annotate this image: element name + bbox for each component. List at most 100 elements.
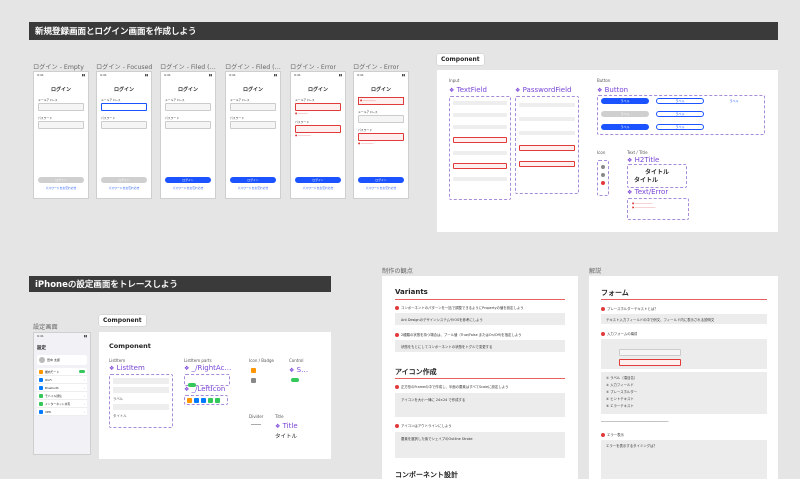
login-button[interactable]: ログイン <box>230 177 276 183</box>
login-button-label: ログイン <box>55 178 67 182</box>
q2: 入力フォームの構成 <box>607 332 638 336</box>
listitem-variants[interactable]: ラベル タイトル <box>109 374 173 428</box>
login-phone-frame[interactable]: 9:41 ▮▮ ログイン メールアドレス パスワード ログイン パスワードをお忘れ… <box>225 71 281 199</box>
doc-label-perspective: 制作の観点 <box>382 268 413 275</box>
email-input[interactable] <box>295 103 341 111</box>
title-sample: タイトル <box>275 434 298 440</box>
component-tag[interactable]: Component <box>99 315 146 326</box>
settings-row[interactable]: 機内モード <box>37 368 87 376</box>
status-bar: 9:41 ▮▮ <box>37 73 85 77</box>
button-variants[interactable]: ラベル ラベル ラベル ラベル ラベル ラベル ラベル <box>597 95 765 135</box>
forgot-password-link[interactable]: パスワードをお忘れの方 <box>161 186 215 190</box>
frame-label: ログイン - Empty <box>33 64 84 71</box>
button-variant[interactable]: ラベル <box>710 98 758 104</box>
title-component-title[interactable]: ❖ Title <box>275 422 298 430</box>
button-variant[interactable]: ラベル <box>656 124 704 130</box>
forgot-password-link[interactable]: パスワードをお忘れの方 <box>354 186 408 190</box>
check-icon <box>601 332 605 336</box>
button-variant[interactable]: ラベル <box>656 111 704 117</box>
login-title: ログイン <box>113 87 134 93</box>
frame-label: ログイン - Filed (… <box>225 64 281 71</box>
hotspot-icon <box>215 397 220 403</box>
form-structure-item: ③ プレースホルダー <box>606 390 638 394</box>
email-input[interactable] <box>165 103 211 111</box>
email-input[interactable] <box>38 103 84 111</box>
texterror-variants[interactable]: ● ─────────── ● ───────────── <box>627 198 689 220</box>
password-input[interactable] <box>295 125 341 133</box>
login-phone-frame[interactable]: 9:41 ▮▮ ログイン メールアドレス パスワード ログイン パスワードをお忘れ… <box>160 71 216 199</box>
settings-phone-frame[interactable]: 9:41 ▮▮ 設定 田中 太郎 機内モード Wi-Fi › Bluetooth … <box>33 332 91 455</box>
password-input[interactable] <box>358 133 404 141</box>
avatar <box>39 357 45 363</box>
password-input[interactable] <box>38 121 84 129</box>
section-title: iPhoneの設定画面をトレースしよう <box>35 280 178 290</box>
password-input[interactable] <box>165 121 211 129</box>
passwordfield-variants[interactable] <box>515 96 579 194</box>
button-variant[interactable]: ラベル <box>601 124 649 130</box>
icon-variants[interactable] <box>597 160 609 196</box>
frame-label: ログイン - Focused <box>96 64 153 71</box>
button-sample-label: ラベル <box>675 112 685 116</box>
forgot-password-link[interactable]: パスワードをお忘れの方 <box>97 186 151 190</box>
component-tag-label: Component <box>103 317 142 324</box>
login-title: ログイン <box>50 87 71 93</box>
doc-perspective: Variants コンポーネントのパターンを一括で調整できるようにPropert… <box>382 276 578 479</box>
settings-row[interactable]: Wi-Fi › <box>37 376 87 384</box>
password-input[interactable] <box>101 121 147 129</box>
textfield-variants[interactable] <box>449 96 511 200</box>
login-button[interactable]: ログイン <box>165 177 211 183</box>
login-button[interactable]: ログイン <box>38 177 84 183</box>
h2title-component-title[interactable]: ❖ H2Title <box>627 156 659 164</box>
settings-row[interactable]: モバイル通信 › <box>37 392 87 400</box>
forgot-password-link[interactable]: パスワードをお忘れの方 <box>226 186 280 190</box>
rightac-component-title[interactable]: ❖ _/RightAc… <box>184 364 231 372</box>
password-label: パスワード <box>230 116 244 120</box>
email-input[interactable] <box>230 103 276 111</box>
button-sample-label: ラベル <box>675 99 685 103</box>
email-input[interactable] <box>358 115 404 123</box>
email-label: メールアドレス <box>295 98 315 102</box>
lefticon-variants[interactable] <box>184 395 228 405</box>
listitem-component-title[interactable]: ❖ ListItem <box>109 364 145 372</box>
login-button[interactable]: ログイン <box>101 177 147 183</box>
login-phone-frame[interactable]: 9:41 ▮▮ ログイン メールアドレス ● ────── パスワード ● ───… <box>290 71 346 199</box>
button-variant[interactable]: ラベル <box>601 98 649 104</box>
login-button-label: ログイン <box>375 178 387 182</box>
component-diamond-icon: ❖ <box>627 189 633 196</box>
login-button[interactable]: ログイン <box>358 177 404 183</box>
component-diamond-icon: ❖ <box>184 386 190 393</box>
button-variant[interactable]: ラベル <box>656 98 704 104</box>
login-phone-frame[interactable]: 9:41 ▮▮ ログイン メールアドレス パスワード ログイン パスワードをお忘れ… <box>96 71 152 199</box>
doc-answer-box: 状態をもとにしてコンポーネントの状態をトグルで変更する <box>395 340 565 352</box>
textfield-component-title[interactable]: ❖ TextField <box>449 86 487 94</box>
lefticon-component-title[interactable]: ❖ _/LeftIcon <box>184 385 225 393</box>
texterror-component-title[interactable]: ❖ Text/Error <box>627 188 668 196</box>
settings-row[interactable]: VPN › <box>37 408 87 416</box>
settings-row[interactable]: Bluetooth › <box>37 384 87 392</box>
toggle-switch[interactable] <box>291 378 299 382</box>
forgot-password-link[interactable]: パスワードをお忘れの方 <box>291 186 345 190</box>
login-phone-frame[interactable]: 9:41 ▮▮ ログイン ● ──────── メールアドレス パスワード ● ─… <box>353 71 409 199</box>
status-bar: 9:41 ▮▮ <box>294 73 342 77</box>
email-input[interactable] <box>101 103 147 111</box>
toggle-switch[interactable] <box>79 370 85 373</box>
forgot-password-link[interactable]: パスワードをお忘れの方 <box>34 186 88 190</box>
q1: プレースホルダーテキストとは？ <box>607 307 658 311</box>
login-phone-frame[interactable]: 9:41 ▮▮ ログイン メールアドレス パスワード ログイン パスワードをお忘れ… <box>33 71 89 199</box>
component-tag[interactable]: Component <box>437 54 484 65</box>
listitem-group-label: ListItem <box>109 358 126 363</box>
status-time: 9:41 <box>294 73 301 77</box>
control-component-title[interactable]: ❖ S… <box>289 366 308 374</box>
status-time: 9:41 <box>164 73 171 77</box>
button-component-title[interactable]: ❖ Button <box>597 86 628 94</box>
check-icon <box>601 433 605 437</box>
user-profile-row[interactable]: 田中 太郎 <box>37 355 87 365</box>
status-time: 9:41 <box>229 73 236 77</box>
component-diamond-icon: ❖ <box>515 87 521 94</box>
login-button[interactable]: ログイン <box>295 177 341 183</box>
password-input[interactable] <box>230 121 276 129</box>
passwordfield-component-title[interactable]: ❖ PasswordField <box>515 86 571 94</box>
doc-question: 入力フォームの構成 <box>601 331 637 336</box>
settings-row[interactable]: インターネット共有 › <box>37 400 87 408</box>
button-variant[interactable]: ラベル <box>601 111 649 117</box>
